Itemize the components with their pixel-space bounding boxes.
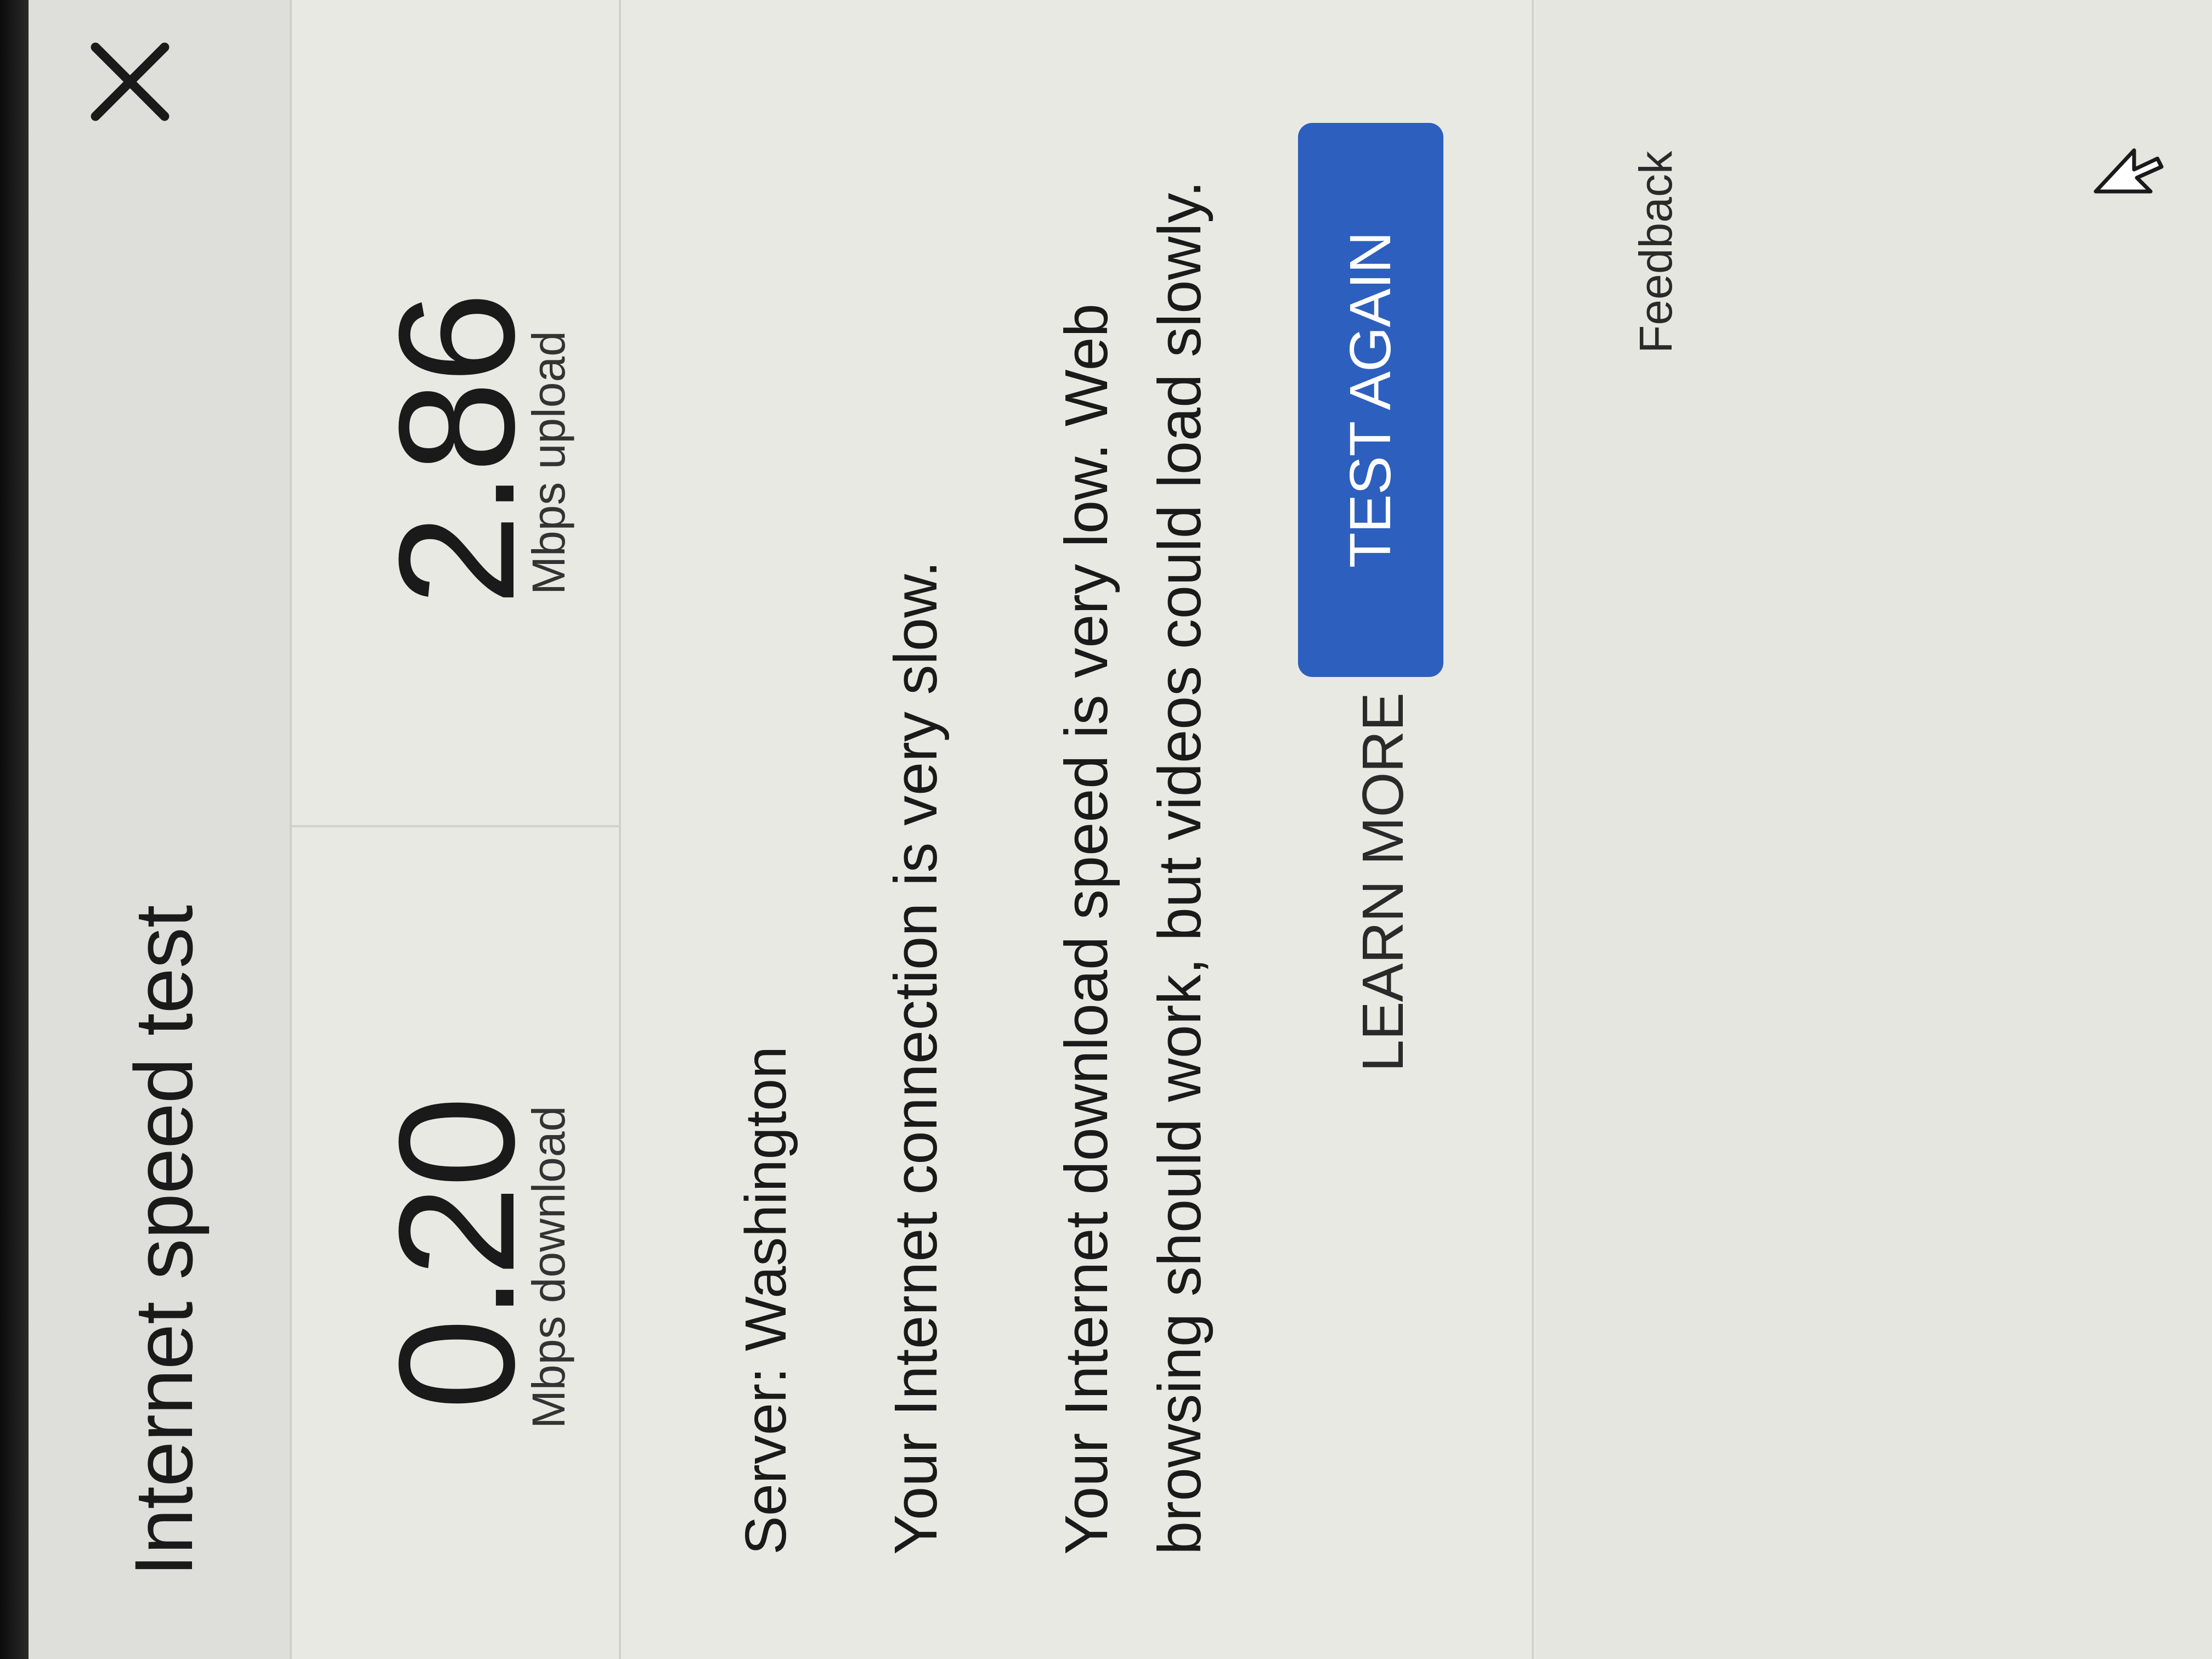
- result-info: Server: Washington Your Internet connect…: [623, 0, 1534, 1659]
- close-icon: [91, 42, 170, 121]
- download-speed-value: 0.20: [364, 1098, 549, 1410]
- upload-result: 2.86 Mbps upload: [292, 0, 621, 825]
- dialog-header: Internet speed test: [29, 0, 292, 1659]
- download-speed-unit: Mbps download: [523, 1105, 574, 1429]
- test-again-button[interactable]: TEST AGAIN: [1298, 123, 1443, 677]
- speed-test-dialog: Internet speed test 0.20 Mbps download 2…: [29, 0, 2212, 1659]
- upload-speed-unit: Mbps upload: [523, 331, 574, 595]
- screen-photo: Internet speed test 0.20 Mbps download 2…: [0, 0, 2212, 1659]
- dialog-footer: Feedback: [1536, 0, 2212, 1659]
- dialog-title: Internet speed test: [117, 905, 210, 1577]
- server-location: Server: Washington: [733, 1046, 798, 1555]
- learn-more-button[interactable]: LEARN MORE: [1314, 682, 1452, 1083]
- screen-bezel: [0, 0, 29, 1659]
- feedback-link[interactable]: Feedback: [1629, 151, 1683, 353]
- connection-detail: Your Internet download speed is very low…: [1053, 180, 1214, 1555]
- connection-verdict: Your Internet connection is very slow.: [882, 561, 950, 1555]
- mouse-pointer-icon: [2094, 148, 2164, 194]
- speed-results: 0.20 Mbps download 2.86 Mbps upload: [292, 0, 621, 1659]
- close-button[interactable]: [72, 24, 188, 139]
- upload-speed-value: 2.86: [364, 294, 549, 606]
- download-result: 0.20 Mbps download: [292, 825, 621, 1659]
